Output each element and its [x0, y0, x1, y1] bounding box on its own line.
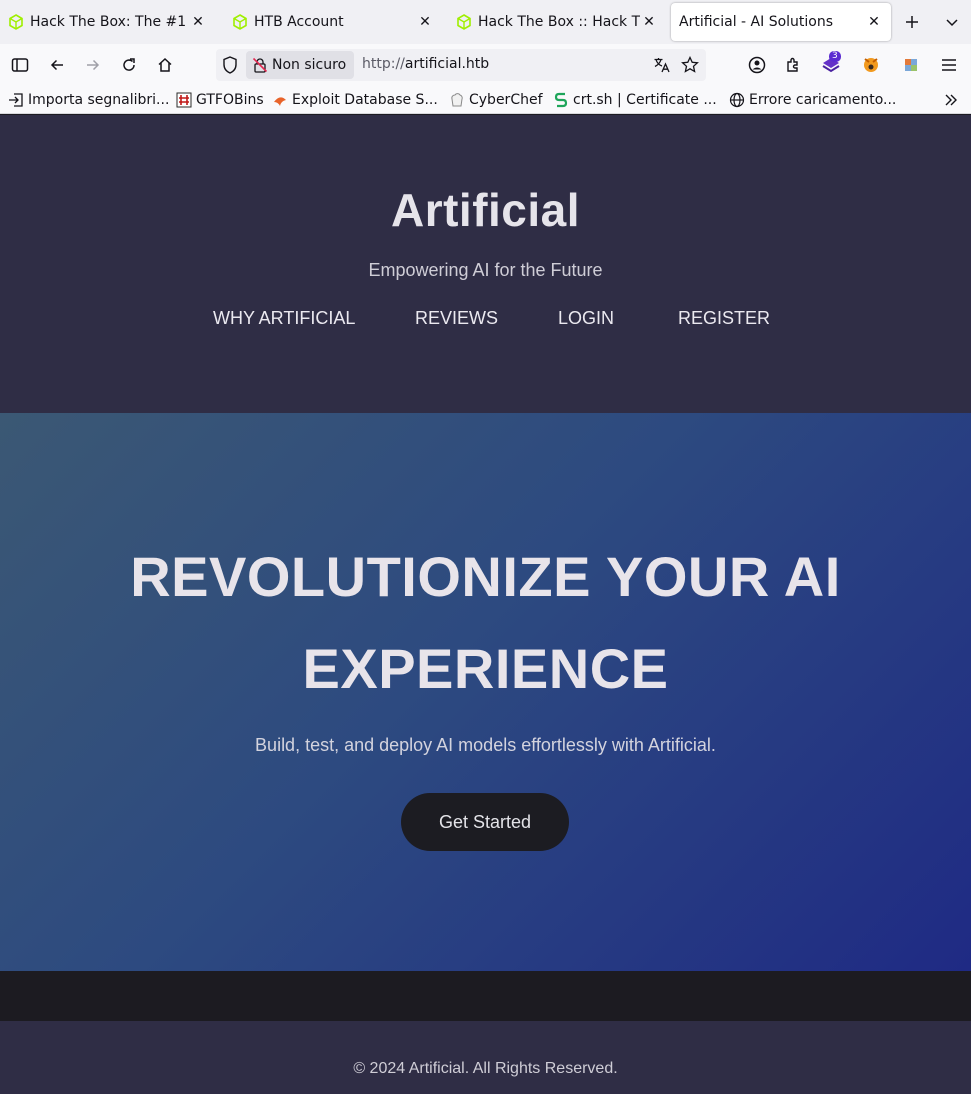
hero-title-line2: EXPERIENCE [302, 637, 669, 700]
globe-icon [729, 92, 745, 108]
chevron-double-right-icon [945, 94, 957, 106]
extension-foxyproxy-button[interactable] [857, 51, 885, 79]
extension-puzzle-button[interactable] [897, 51, 925, 79]
hero-title: REVOLUTIONIZE YOUR AI EXPERIENCE [0, 531, 971, 715]
site-tagline: Empowering AI for the Future [368, 260, 603, 280]
site-logo[interactable]: Artificial [0, 183, 971, 237]
htb-cube-icon [232, 14, 248, 30]
bookmark-import[interactable]: Importa segnalibri... [8, 90, 169, 110]
hero-section: REVOLUTIONIZE YOUR AI EXPERIENCE Build, t… [0, 413, 971, 971]
back-button[interactable] [43, 51, 71, 79]
extension-wappalyzer-button[interactable]: 3 [817, 51, 845, 79]
section-divider [0, 971, 971, 1021]
reload-icon [123, 58, 135, 71]
tab-title: Hack The Box :: Hack The [478, 14, 640, 30]
copyright-text: © 2024 Artificial. All Rights Reserved. [353, 1060, 618, 1077]
main-nav: WHY ARTIFICIAL REVIEWS LOGIN REGISTER [0, 308, 971, 332]
htb-cube-icon [8, 14, 24, 30]
menu-button[interactable] [935, 51, 963, 79]
url-text[interactable]: http://artificial.htb [362, 56, 489, 72]
bookmark-star-icon[interactable] [680, 55, 700, 75]
arrow-left-icon [50, 59, 63, 71]
tab-hack-the-box-2[interactable]: Hack The Box :: Hack The ✕ [448, 3, 666, 41]
translate-icon[interactable] [652, 55, 672, 75]
security-label: Non sicuro [272, 57, 347, 73]
cyberchef-icon [449, 92, 465, 108]
htb-cube-icon [456, 14, 472, 30]
bookmark-cyberchef[interactable]: CyberChef [449, 90, 543, 110]
new-tab-button[interactable] [898, 8, 926, 36]
bookmark-crtsh[interactable]: crt.sh | Certificate ... [553, 90, 717, 110]
close-icon[interactable]: ✕ [865, 14, 883, 30]
close-icon[interactable]: ✕ [640, 14, 658, 30]
url-host: artificial.htb [404, 56, 490, 72]
bookmarks-toolbar: Importa segnalibri... GTFOBins Exploit D… [0, 86, 971, 114]
bookmark-error-loading[interactable]: Errore caricamento... [729, 90, 896, 110]
crtsh-icon [553, 92, 569, 108]
site-footer: © 2024 Artificial. All Rights Reserved. [0, 1021, 971, 1094]
tab-strip: Hack The Box: The #1 Cy ✕ HTB Account ✕ … [0, 0, 971, 44]
hero-subtitle: Build, test, and deploy AI models effort… [255, 735, 716, 755]
tab-title: HTB Account [254, 14, 344, 30]
extension-icon [905, 59, 917, 71]
exploitdb-icon [272, 92, 288, 108]
sidebar-toggle-button[interactable] [6, 51, 34, 79]
chevron-down-icon [946, 19, 958, 27]
reload-button[interactable] [115, 51, 143, 79]
puzzle-icon [787, 57, 798, 72]
tab-htb-account[interactable]: HTB Account ✕ [224, 3, 442, 41]
home-button[interactable] [151, 51, 179, 79]
tab-title: Hack The Box: The #1 Cy [30, 14, 189, 30]
shield-icon[interactable] [222, 56, 238, 78]
more-bookmarks-button[interactable] [943, 90, 959, 110]
bookmark-label: Exploit Database S... [292, 92, 438, 108]
close-icon[interactable]: ✕ [416, 14, 434, 30]
bookmark-gtfobins[interactable]: GTFOBins [176, 90, 264, 110]
extensions-button[interactable] [779, 51, 807, 79]
url-bar[interactable]: Non sicuro http://artificial.htb [216, 49, 706, 81]
tab-title: Artificial - AI Solutions [679, 14, 834, 30]
sidebar-icon [11, 58, 29, 72]
nav-why-artificial[interactable]: WHY ARTIFICIAL [213, 308, 355, 329]
import-icon [8, 92, 24, 108]
bookmark-label: Importa segnalibri... [28, 92, 170, 108]
site-header: Artificial Empowering AI for the Future … [0, 115, 971, 413]
nav-login[interactable]: LOGIN [558, 308, 614, 329]
insecure-lock-icon [252, 57, 268, 73]
forward-button[interactable] [79, 51, 107, 79]
hamburger-icon [942, 59, 956, 71]
fox-icon [864, 58, 878, 72]
hero-title-line1: REVOLUTIONIZE YOUR AI [130, 545, 841, 608]
bookmark-label: GTFOBins [196, 92, 264, 108]
url-scheme: http:// [362, 56, 405, 72]
bookmark-label: CyberChef [469, 92, 543, 108]
tab-artificial[interactable]: Artificial - AI Solutions ✕ [671, 3, 891, 41]
arrow-right-icon [87, 59, 100, 71]
list-tabs-button[interactable] [938, 8, 966, 36]
nav-reviews[interactable]: REVIEWS [415, 308, 498, 329]
home-icon [158, 57, 172, 72]
get-started-button[interactable]: Get Started [401, 793, 569, 851]
close-icon[interactable]: ✕ [189, 14, 207, 30]
bookmark-exploit-db[interactable]: Exploit Database S... [272, 90, 438, 110]
plus-icon [906, 16, 918, 28]
account-icon [748, 56, 766, 74]
bookmark-label: crt.sh | Certificate ... [573, 92, 717, 108]
extension-badge: 3 [829, 51, 841, 62]
tab-hack-the-box[interactable]: Hack The Box: The #1 Cy ✕ [0, 3, 215, 41]
connection-not-secure-button[interactable]: Non sicuro [246, 51, 355, 79]
bookmark-label: Errore caricamento... [749, 92, 897, 108]
gtfobins-icon [176, 92, 192, 108]
account-button[interactable] [743, 51, 771, 79]
nav-register[interactable]: REGISTER [678, 308, 770, 329]
